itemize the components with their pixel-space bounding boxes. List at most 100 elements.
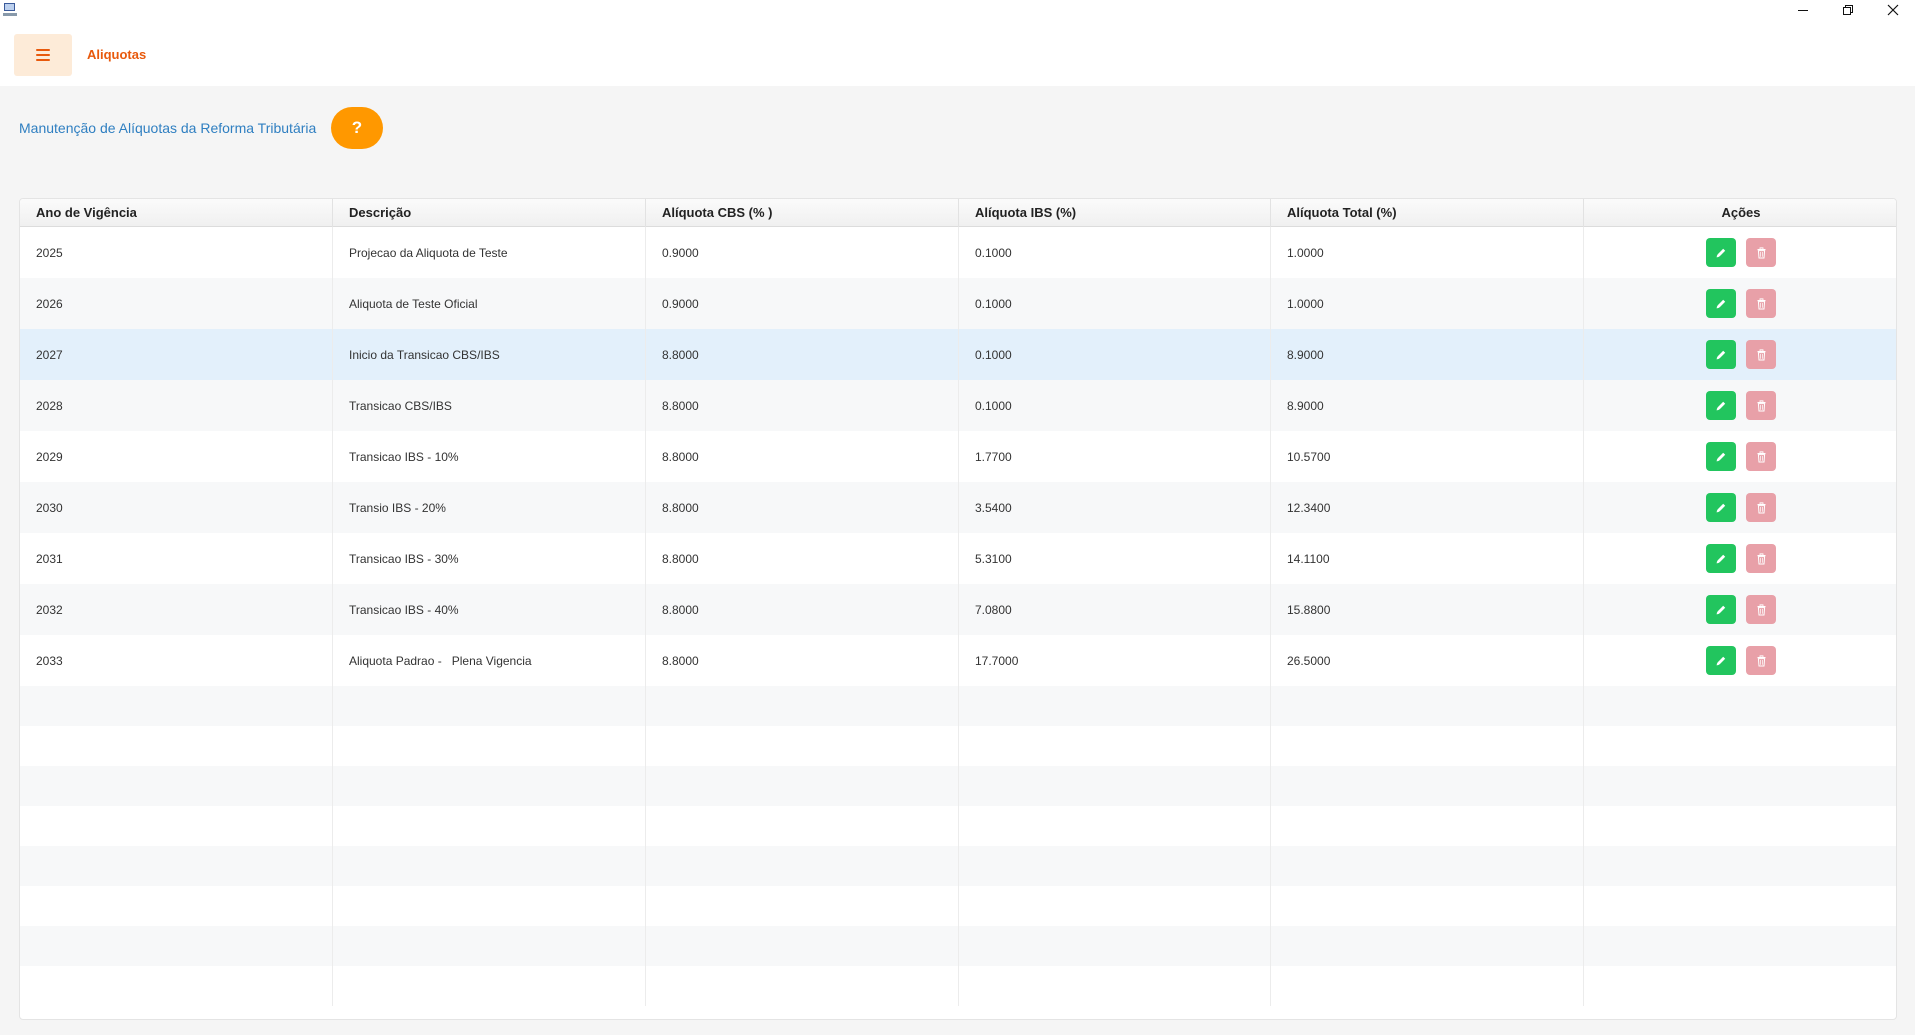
edit-button[interactable] (1706, 493, 1736, 522)
cell-descricao: Transicao CBS/IBS (333, 380, 646, 431)
cell-cbs: 8.8000 (646, 431, 959, 482)
cell-total: 14.1100 (1271, 533, 1584, 584)
table-row[interactable]: 2026 Aliquota de Teste Oficial 0.9000 0.100… (20, 278, 1896, 329)
edit-button[interactable] (1706, 238, 1736, 267)
empty-cell (1271, 806, 1584, 846)
cell-total: 12.3400 (1271, 482, 1584, 533)
pencil-icon (1715, 400, 1727, 412)
cell-ano: 2025 (20, 227, 333, 278)
empty-table-row (20, 886, 1896, 926)
delete-button[interactable] (1746, 595, 1776, 624)
delete-button[interactable] (1746, 493, 1776, 522)
edit-button[interactable] (1706, 595, 1736, 624)
cell-descricao: Projecao da Aliquota de Teste (333, 227, 646, 278)
close-icon[interactable] (1870, 0, 1915, 20)
table-row[interactable]: 2031 Transicao IBS - 30% 8.8000 5.3100 14.11… (20, 533, 1896, 584)
empty-cell (20, 686, 333, 726)
empty-cell (333, 966, 646, 1006)
empty-cell (20, 926, 333, 966)
cell-ibs: 0.1000 (959, 278, 1271, 329)
pencil-icon (1715, 604, 1727, 616)
cell-descricao: Aliquota de Teste Oficial (333, 278, 646, 329)
cell-descricao: Transicao IBS - 30% (333, 533, 646, 584)
trash-icon (1756, 501, 1767, 514)
column-header-cbs[interactable]: Alíquota CBS (% ) (646, 199, 959, 227)
empty-cell (333, 726, 646, 766)
cell-total: 8.9000 (1271, 380, 1584, 431)
cell-descricao: Inicio da Transicao CBS/IBS (333, 329, 646, 380)
restore-icon[interactable] (1825, 0, 1871, 20)
table-row[interactable]: 2028 Transicao CBS/IBS 8.8000 0.1000 8.9000 (20, 380, 1896, 431)
empty-cell (1584, 766, 1896, 806)
cell-total: 8.9000 (1271, 329, 1584, 380)
cell-cbs: 8.8000 (646, 533, 959, 584)
table-row[interactable]: 2029 Transicao IBS - 10% 8.8000 1.7700 10.57… (20, 431, 1896, 482)
page-subtitle: Manutenção de Alíquotas da Reforma Tribu… (19, 120, 317, 136)
cell-descricao: Transicao IBS - 10% (333, 431, 646, 482)
cell-total: 10.5700 (1271, 431, 1584, 482)
cell-acoes (1584, 329, 1896, 380)
column-header-descricao[interactable]: Descrição (333, 199, 646, 227)
pencil-icon (1715, 349, 1727, 361)
delete-button[interactable] (1746, 289, 1776, 318)
column-header-ibs[interactable]: Alíquota IBS (%) (959, 199, 1271, 227)
empty-cell (333, 766, 646, 806)
table-row[interactable]: 2025 Projecao da Aliquota de Teste 0.9000 0… (20, 227, 1896, 278)
cell-ibs: 0.1000 (959, 329, 1271, 380)
empty-cell (959, 926, 1271, 966)
empty-cell (959, 806, 1271, 846)
table-row[interactable]: 2033 Aliquota Padrao - Plena Vigencia 8.80… (20, 635, 1896, 686)
delete-button[interactable] (1746, 238, 1776, 267)
empty-cell (333, 886, 646, 926)
edit-button[interactable] (1706, 442, 1736, 471)
column-header-total[interactable]: Alíquota Total (%) (1271, 199, 1584, 227)
empty-cell (1584, 806, 1896, 846)
empty-cell (1584, 966, 1896, 1006)
minimize-icon[interactable] (1780, 0, 1826, 20)
edit-button[interactable] (1706, 340, 1736, 369)
empty-cell (1271, 966, 1584, 1006)
cell-ano: 2026 (20, 278, 333, 329)
column-header-ano[interactable]: Ano de Vigência (20, 199, 333, 227)
cell-descricao: Transio IBS - 20% (333, 482, 646, 533)
cell-cbs: 8.8000 (646, 635, 959, 686)
empty-cell (1584, 726, 1896, 766)
table-row[interactable]: 2030 Transio IBS - 20% 8.8000 3.5400 12.3400 (20, 482, 1896, 533)
cell-total: 1.0000 (1271, 278, 1584, 329)
cell-cbs: 8.8000 (646, 329, 959, 380)
table-row[interactable]: 2032 Transicao IBS - 40% 8.8000 7.0800 15.88… (20, 584, 1896, 635)
cell-cbs: 8.8000 (646, 380, 959, 431)
empty-cell (20, 966, 333, 1006)
empty-cell (1271, 766, 1584, 806)
cell-ano: 2028 (20, 380, 333, 431)
pencil-icon (1715, 298, 1727, 310)
empty-cell (20, 846, 333, 886)
delete-button[interactable] (1746, 442, 1776, 471)
cell-acoes (1584, 227, 1896, 278)
empty-table-row (20, 846, 1896, 886)
hamburger-menu-button[interactable] (14, 34, 72, 76)
empty-cell (959, 966, 1271, 1006)
cell-acoes (1584, 584, 1896, 635)
delete-button[interactable] (1746, 544, 1776, 573)
table-row[interactable]: 2027 Inicio da Transicao CBS/IBS 8.8000 0.1… (20, 329, 1896, 380)
cell-descricao: Transicao IBS - 40% (333, 584, 646, 635)
cell-ibs: 0.1000 (959, 380, 1271, 431)
trash-icon (1756, 552, 1767, 565)
delete-button[interactable] (1746, 391, 1776, 420)
delete-button[interactable] (1746, 646, 1776, 675)
edit-button[interactable] (1706, 544, 1736, 573)
help-button[interactable]: ? (331, 107, 383, 149)
edit-button[interactable] (1706, 289, 1736, 318)
empty-cell (1271, 926, 1584, 966)
empty-cell (646, 686, 959, 726)
delete-button[interactable] (1746, 340, 1776, 369)
edit-button[interactable] (1706, 391, 1736, 420)
hamburger-menu-icon (36, 49, 50, 61)
empty-cell (646, 886, 959, 926)
cell-total: 15.8800 (1271, 584, 1584, 635)
empty-cell (1584, 686, 1896, 726)
edit-button[interactable] (1706, 646, 1736, 675)
empty-cell (1271, 726, 1584, 766)
empty-cell (1584, 926, 1896, 966)
